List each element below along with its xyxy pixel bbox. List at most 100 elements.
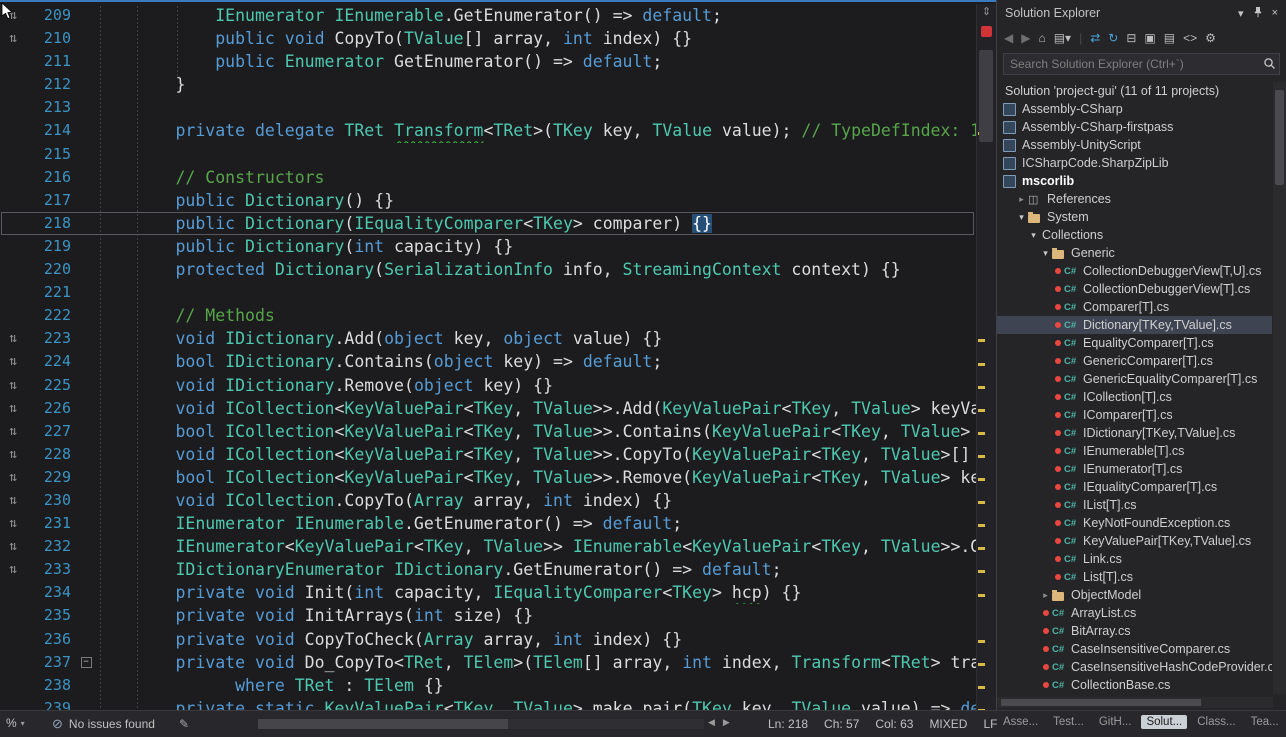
code-line[interactable]: 218 public Dictionary(IEqualityComparer<…: [0, 212, 976, 235]
references-gutter-icon[interactable]: ⇅: [0, 374, 26, 397]
tree-item[interactable]: C#GenericEqualityComparer[T].cs: [997, 370, 1272, 388]
tree-item[interactable]: ▾Collections: [997, 226, 1272, 244]
references-gutter-icon[interactable]: ⇅: [0, 558, 26, 581]
scroll-right-icon[interactable]: ▶: [723, 717, 730, 728]
tool-window-tab[interactable]: Solut...: [1141, 715, 1187, 729]
scrollbar-thumb[interactable]: [979, 50, 993, 142]
tree-item[interactable]: ▾Generic: [997, 244, 1272, 262]
code-line[interactable]: 216 // Constructors: [0, 166, 976, 189]
code-line[interactable]: 222 // Methods: [0, 304, 976, 327]
code-line[interactable]: ⇅230 void ICollection.CopyTo(Array array…: [0, 489, 976, 512]
window-menu-icon[interactable]: ▾: [1238, 7, 1244, 20]
scrollbar-split-grip-icon[interactable]: ⇕: [977, 4, 996, 20]
code-line[interactable]: ⇅232 IEnumerator<KeyValuePair<TKey, TVal…: [0, 535, 976, 558]
tree-horizontal-scrollbar[interactable]: [997, 697, 1273, 708]
search-input[interactable]: [1003, 53, 1280, 75]
code-line[interactable]: ⇅223 void IDictionary.Add(object key, ob…: [0, 327, 976, 350]
document-error-indicator[interactable]: [981, 26, 992, 37]
tree-item[interactable]: C#ArrayList.cs: [997, 604, 1272, 622]
code-line[interactable]: ⇅227 bool ICollection<KeyValuePair<TKey,…: [0, 420, 976, 443]
tree-item[interactable]: C#List[T].cs: [997, 568, 1272, 586]
code-line[interactable]: ⇅228 void ICollection<KeyValuePair<TKey,…: [0, 443, 976, 466]
code-line[interactable]: ⇅229 bool ICollection<KeyValuePair<TKey,…: [0, 466, 976, 489]
no-issues-icon[interactable]: ⊘: [52, 716, 63, 732]
code-line[interactable]: ⇅233 IDictionaryEnumerator IDictionary.G…: [0, 558, 976, 581]
editor-horizontal-scrollbar[interactable]: [258, 719, 704, 729]
code-line[interactable]: 215: [0, 143, 976, 166]
tree-item[interactable]: C#GenericComparer[T].cs: [997, 352, 1272, 370]
code-line[interactable]: 237− private void Do_CopyTo<TRet, TElem>…: [0, 651, 976, 674]
sync-with-active-document-icon[interactable]: ⇄: [1090, 32, 1100, 44]
scope-dropdown-icon[interactable]: ▤▾: [1054, 32, 1071, 44]
search-icon[interactable]: [1263, 57, 1276, 73]
tool-window-tab[interactable]: Class...: [1192, 715, 1240, 729]
code-lines[interactable]: ⇅209 IEnumerator IEnumerable.GetEnumerat…: [0, 4, 976, 710]
properties-icon[interactable]: ▤: [1164, 32, 1175, 44]
tree-item[interactable]: C#CaseInsensitiveHashCodeProvider.cs: [997, 658, 1272, 676]
zoom-control[interactable]: % ▾: [6, 716, 25, 730]
tree-item[interactable]: Assembly-CSharp-firstpass: [997, 118, 1272, 136]
tree-item[interactable]: ▸ObjectModel: [997, 586, 1272, 604]
refresh-icon[interactable]: ↻: [1108, 32, 1118, 44]
code-line[interactable]: 221: [0, 281, 976, 304]
tool-window-tab[interactable]: Asse...: [998, 715, 1043, 729]
scrollbar-thumb[interactable]: [1275, 90, 1284, 185]
code-line[interactable]: 234 private void Init(int capacity, IEqu…: [0, 581, 976, 604]
tree-item[interactable]: C#KeyNotFoundException.cs: [997, 514, 1272, 532]
edit-pencil-icon[interactable]: ✎: [179, 717, 189, 731]
tree-item[interactable]: ▸◫References: [997, 190, 1272, 208]
collapse-arrow-icon[interactable]: ▾: [1015, 212, 1028, 223]
code-line[interactable]: ⇅231 IEnumerator IEnumerable.GetEnumerat…: [0, 512, 976, 535]
encoding-indicator[interactable]: MIXED: [929, 717, 967, 731]
tree-item[interactable]: C#Comparer[T].cs: [997, 298, 1272, 316]
tree-item[interactable]: C#IList[T].cs: [997, 496, 1272, 514]
collapse-arrow-icon[interactable]: ▾: [1027, 230, 1040, 241]
code-line[interactable]: 239 private static KeyValuePair<TKey, TV…: [0, 697, 976, 710]
code-line[interactable]: ⇅225 void IDictionary.Remove(object key)…: [0, 374, 976, 397]
scroll-left-icon[interactable]: ◀: [708, 717, 715, 728]
tree-item[interactable]: C#IEqualityComparer[T].cs: [997, 478, 1272, 496]
code-line[interactable]: 236 private void CopyToCheck(Array array…: [0, 628, 976, 651]
line-ending-indicator[interactable]: LF: [983, 717, 997, 731]
tree-item[interactable]: ▾System: [997, 208, 1272, 226]
tree-item[interactable]: C#IEnumerator[T].cs: [997, 460, 1272, 478]
tree-item[interactable]: C#EqualityComparer[T].cs: [997, 334, 1272, 352]
editor-vertical-scrollbar[interactable]: ⇕: [976, 4, 996, 710]
tree-item[interactable]: C#IDictionary[TKey,TValue].cs: [997, 424, 1272, 442]
references-gutter-icon[interactable]: ⇅: [0, 466, 26, 489]
code-line[interactable]: 214 private delegate TRet Transform<TRet…: [0, 119, 976, 142]
references-gutter-icon[interactable]: ⇅: [0, 535, 26, 558]
scrollbar-thumb[interactable]: [1001, 699, 1201, 706]
fold-collapse-icon[interactable]: −: [81, 657, 92, 668]
tree-item[interactable]: C#ICollection[T].cs: [997, 388, 1272, 406]
settings-icon[interactable]: ⚙: [1205, 32, 1216, 44]
home-icon[interactable]: ⌂: [1038, 32, 1045, 44]
code-line[interactable]: 217 public Dictionary() {}: [0, 189, 976, 212]
code-line[interactable]: 219 public Dictionary(int capacity) {}: [0, 235, 976, 258]
pin-icon[interactable]: [1253, 6, 1263, 21]
references-gutter-icon[interactable]: ⇅: [0, 489, 26, 512]
references-gutter-icon[interactable]: ⇅: [0, 27, 26, 50]
tool-window-tab[interactable]: Test...: [1048, 715, 1089, 729]
collapse-all-icon[interactable]: ⊟: [1126, 32, 1136, 44]
code-line[interactable]: 238 where TRet : TElem {}: [0, 674, 976, 697]
code-line[interactable]: 211 public Enumerator GetEnumerator() =>…: [0, 50, 976, 73]
tree-item[interactable]: C#CollectionDebuggerView[T].cs: [997, 280, 1272, 298]
references-gutter-icon[interactable]: ⇅: [0, 512, 26, 535]
tool-window-tab[interactable]: Tea...: [1246, 715, 1284, 729]
tree-item[interactable]: mscorlib: [997, 172, 1272, 190]
tree-item[interactable]: C#CollectionBase.cs: [997, 676, 1272, 694]
tree-item[interactable]: C#IEnumerable[T].cs: [997, 442, 1272, 460]
code-line[interactable]: ⇅226 void ICollection<KeyValuePair<TKey,…: [0, 397, 976, 420]
references-gutter-icon[interactable]: ⇅: [0, 443, 26, 466]
char-position[interactable]: Ch: 57: [824, 717, 859, 731]
show-all-files-icon[interactable]: ▣: [1144, 32, 1155, 44]
references-gutter-icon[interactable]: ⇅: [0, 397, 26, 420]
tree-item[interactable]: C#Dictionary[TKey,TValue].cs: [997, 316, 1272, 334]
back-icon[interactable]: ◀: [1004, 32, 1013, 44]
tree-item[interactable]: C#CaseInsensitiveComparer.cs: [997, 640, 1272, 658]
collapse-arrow-icon[interactable]: ▾: [1039, 248, 1052, 259]
tree-item[interactable]: Solution 'project-gui' (11 of 11 project…: [997, 82, 1272, 100]
tree-vertical-scrollbar[interactable]: [1273, 82, 1286, 694]
close-icon[interactable]: ×: [1272, 7, 1278, 19]
